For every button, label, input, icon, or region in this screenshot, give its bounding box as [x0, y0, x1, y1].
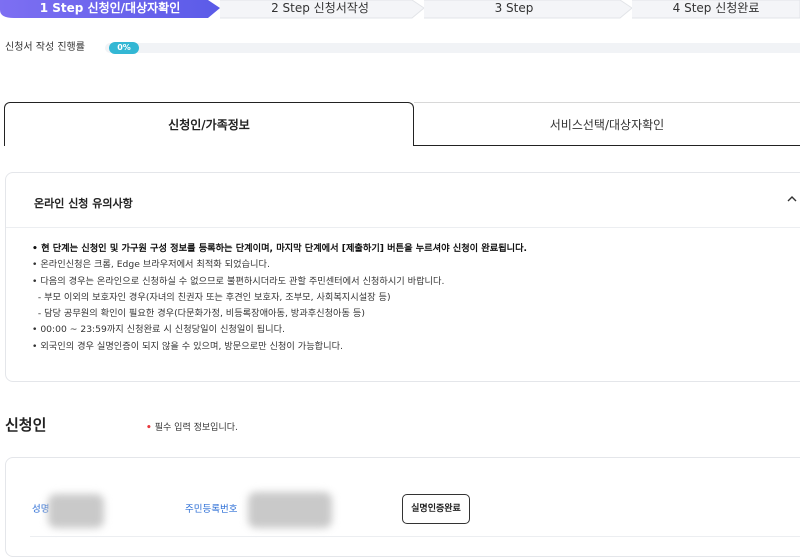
application-progress: 신청서 작성 진행률 0%	[5, 40, 800, 56]
notice-list: • 현 단계는 신청인 및 가구원 구성 정보를 등록하는 단계이며, 마지막 …	[32, 241, 800, 355]
notice-item: - 부모 이외의 보호자인 경우(자녀의 친권자 또는 후견인 보호자, 조부모…	[32, 291, 391, 303]
notice-item: • 00:00 ~ 23:59까지 신청완료 시 신청당일이 신청일이 됩니다.	[32, 324, 285, 336]
notice-item: • 다음의 경우는 온라인으로 신청하실 수 없으므로 불편하시더라도 관할 주…	[32, 275, 445, 287]
required-note: • 필수 입력 정보입니다.	[146, 420, 238, 433]
field-divider	[30, 536, 800, 537]
section-tabs: 신청인/가족정보 서비스선택/대상자확인	[4, 102, 800, 146]
name-value-redacted	[48, 494, 104, 528]
progress-value-badge: 0%	[109, 42, 139, 54]
tab-service-selection[interactable]: 서비스선택/대상자확인	[414, 102, 800, 146]
required-note-text: 필수 입력 정보입니다.	[154, 423, 238, 433]
rrn-label: 주민등록번호	[185, 504, 238, 515]
step-4-label[interactable]: 4 Step 신청완료	[632, 0, 800, 16]
online-application-notice: 온라인 신청 유의사항 • 현 단계는 신청인 및 가구원 구성 정보를 등록하…	[5, 172, 800, 382]
progress-track	[105, 43, 800, 53]
notice-item: • 외국인의 경우 실명인증이 되지 않을 수 있으며, 방문으로만 신청이 가…	[32, 340, 343, 352]
step-3-label[interactable]: 3 Step	[424, 0, 604, 16]
notice-divider	[6, 227, 800, 228]
verify-complete-button[interactable]: 실명인증완료	[402, 494, 470, 524]
required-dot: •	[146, 423, 152, 433]
step-2-label[interactable]: 2 Step 신청서작성	[220, 0, 420, 16]
applicant-section-title: 신청인	[5, 416, 47, 434]
notice-item: • 현 단계는 신청인 및 가구원 구성 정보를 등록하는 단계이며, 마지막 …	[32, 243, 528, 254]
notice-item: - 담당 공무원의 확인이 필요한 경우(다문화가정, 비등록장애아동, 방과후…	[32, 308, 365, 320]
notice-item: • 온라인신청은 크롬, Edge 브라우저에서 최적화 되었습니다.	[32, 259, 270, 271]
rrn-value-redacted	[248, 492, 332, 528]
notice-title: 온라인 신청 유의사항	[34, 197, 133, 210]
tab-applicant-family-info[interactable]: 신청인/가족정보	[4, 102, 414, 146]
name-label: 성명	[32, 504, 50, 515]
progress-label: 신청서 작성 진행률	[5, 42, 85, 53]
chevron-up-icon[interactable]	[786, 193, 798, 205]
step-progress-bar: 1 Step 신청인/대상자확인 2 Step 신청서작성 3 Step 4 S…	[0, 0, 800, 22]
step-1-label[interactable]: 1 Step 신청인/대상자확인	[0, 0, 220, 16]
